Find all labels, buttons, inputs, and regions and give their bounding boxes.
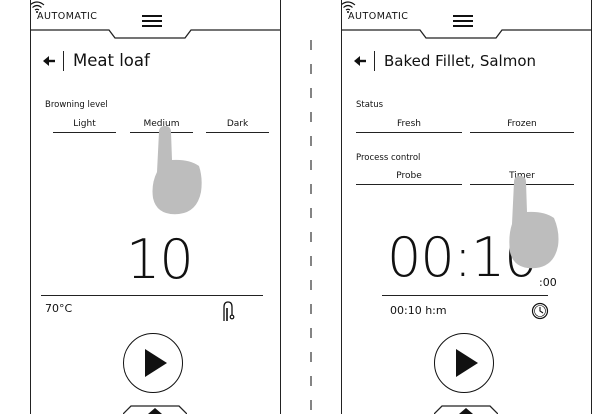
menu-button[interactable] (445, 13, 481, 29)
timer-value: 00:10 (387, 226, 539, 289)
back-arrow-icon[interactable] (41, 52, 57, 70)
mode-label: AUTOMATIC (348, 11, 409, 22)
play-icon (455, 348, 478, 377)
bottom-drawer-handle[interactable] (434, 402, 498, 414)
menu-button[interactable] (134, 13, 170, 29)
status-label: Status (356, 100, 384, 110)
screen-divider (310, 40, 312, 414)
page-title: Baked Fillet, Salmon (384, 52, 537, 70)
left-screen: AUTOMATIC Meat loaf Browning level Light… (30, 0, 281, 414)
option-frozen[interactable]: Frozen (470, 119, 574, 133)
page-title: Meat loaf (73, 51, 150, 70)
start-button[interactable] (123, 333, 183, 393)
play-icon (144, 348, 167, 377)
timer-seconds: :00 (539, 276, 557, 289)
value-divider (382, 295, 548, 297)
option-fresh[interactable]: Fresh (356, 119, 462, 133)
start-button[interactable] (434, 333, 494, 393)
browning-level-label: Browning level (45, 100, 108, 110)
bottom-drawer-handle[interactable] (123, 402, 187, 414)
temperature-readout: 70°C (45, 302, 73, 315)
value-divider (41, 295, 263, 297)
process-control-label: Process control (356, 153, 421, 163)
timer-readout: 00:10 h:m (390, 304, 447, 317)
back-arrow-icon[interactable] (352, 52, 368, 70)
option-dark[interactable]: Dark (206, 119, 269, 133)
wifi-icon (342, 1, 356, 13)
status-bar: AUTOMATIC (31, 0, 280, 44)
option-light[interactable]: Light (53, 119, 116, 133)
status-bar: AUTOMATIC (342, 0, 591, 44)
wifi-icon (31, 1, 45, 13)
clock-icon[interactable] (531, 302, 549, 320)
option-medium[interactable]: Medium (130, 119, 193, 133)
title-separator (374, 51, 375, 71)
title-separator (63, 51, 64, 71)
option-timer[interactable]: Timer (470, 171, 574, 185)
pointing-hand-icon (152, 126, 202, 215)
right-screen: AUTOMATIC Baked Fillet, Salmon Status Fr… (341, 0, 592, 414)
duration-value: 10 (126, 228, 194, 291)
option-probe[interactable]: Probe (356, 171, 462, 185)
mode-label: AUTOMATIC (37, 11, 98, 22)
meat-probe-icon[interactable] (221, 300, 235, 322)
